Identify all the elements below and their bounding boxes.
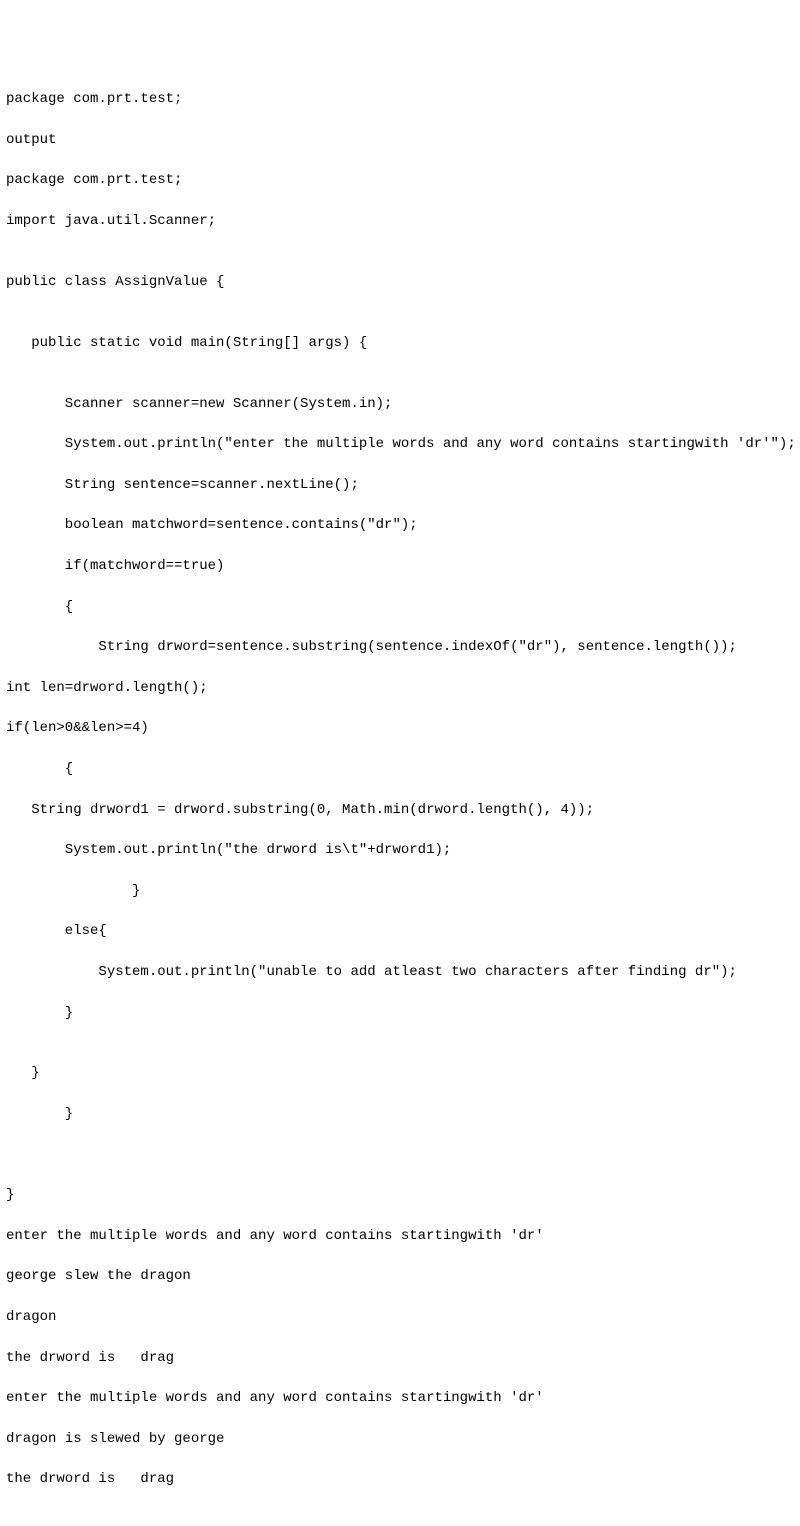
code-line: int len=drword.length(); [6,678,794,698]
output-line: george slew the dragon [6,1266,794,1286]
code-line: System.out.println("unable to add atleas… [6,962,794,982]
code-line: public static void main(String[] args) { [6,333,794,353]
code-line: System.out.println("the drword is\t"+drw… [6,840,794,860]
output-line: the drword is drag [6,1469,794,1489]
code-line: } [6,1104,794,1124]
code-line: boolean matchword=sentence.contains("dr"… [6,515,794,535]
code-line: { [6,759,794,779]
code-line: import java.util.Scanner; [6,211,794,231]
code-line: } [6,1003,794,1023]
code-line: if(matchword==true) [6,556,794,576]
code-line: Scanner scanner=new Scanner(System.in); [6,394,794,414]
code-line: String drword1 = drword.substring(0, Mat… [6,800,794,820]
output-line: dragon is slewed by george [6,1429,794,1449]
output-line: dragon [6,1307,794,1327]
code-line: String drword=sentence.substring(sentenc… [6,637,794,657]
code-line: } [6,1063,794,1083]
code-line: System.out.println("enter the multiple w… [6,434,794,454]
code-line: package com.prt.test; [6,89,794,109]
code-line: output [6,130,794,150]
code-line: String sentence=scanner.nextLine(); [6,475,794,495]
code-line: public class AssignValue { [6,272,794,292]
output-line: enter the multiple words and any word co… [6,1388,794,1408]
code-line: package com.prt.test; [6,170,794,190]
code-line: if(len>0&&len>=4) [6,718,794,738]
code-line: else{ [6,921,794,941]
code-line: } [6,881,794,901]
output-line: enter the multiple words and any word co… [6,1226,794,1246]
code-line: { [6,597,794,617]
code-line: } [6,1185,794,1205]
output-line: the drword is drag [6,1348,794,1368]
